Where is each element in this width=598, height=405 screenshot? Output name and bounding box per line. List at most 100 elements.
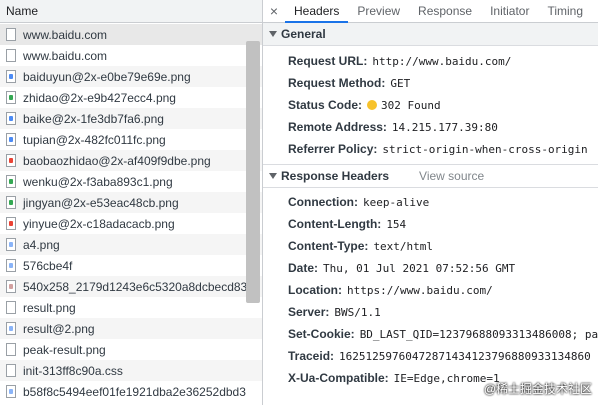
request-name: baobaozhidao@2x-af409f9dbe.png bbox=[23, 153, 211, 168]
headers-pane: × Headers Preview Response Initiator Tim… bbox=[263, 0, 598, 405]
request-list: www.baidu.com www.baidu.com baiduyun@2x-e0… bbox=[0, 24, 262, 405]
header-value: http://www.baidu.com/ bbox=[372, 54, 512, 68]
header-value: GET bbox=[390, 76, 411, 90]
image-icon bbox=[6, 196, 16, 209]
request-row[interactable]: result.png bbox=[0, 297, 262, 318]
document-icon bbox=[6, 343, 16, 356]
request-list-scrollbar[interactable] bbox=[246, 41, 260, 303]
header-row: Server: BWS/1.1 bbox=[263, 301, 598, 323]
header-value: strict-origin-when-cross-origin bbox=[382, 142, 588, 156]
request-name: wenku@2x-f3aba893c1.png bbox=[23, 174, 173, 189]
request-name: init-313ff8c90a.css bbox=[23, 363, 123, 378]
header-row: Remote Address: 14.215.177.39:80 bbox=[263, 116, 598, 138]
header-key: Content-Length: bbox=[288, 217, 382, 231]
request-name: result.png bbox=[23, 300, 76, 315]
image-icon bbox=[6, 112, 16, 125]
request-row[interactable]: 576cbe4f bbox=[0, 255, 262, 276]
header-value: 154 bbox=[386, 217, 407, 231]
header-key: Request URL: bbox=[288, 54, 368, 68]
request-row[interactable]: init-313ff8c90a.css bbox=[0, 360, 262, 381]
request-row[interactable]: baike@2x-1fe3db7fa6.png bbox=[0, 108, 262, 129]
request-row[interactable]: a4.png bbox=[0, 234, 262, 255]
response-headers-section-header[interactable]: Response Headers View source bbox=[263, 164, 598, 188]
close-icon[interactable]: × bbox=[263, 0, 285, 22]
tab-headers[interactable]: Headers bbox=[285, 0, 349, 23]
request-name: result@2.png bbox=[23, 321, 95, 336]
view-source-link[interactable]: View source bbox=[419, 169, 484, 183]
general-section: Request URL: http://www.baidu.com/Request… bbox=[263, 46, 598, 164]
request-name: tupian@2x-482fc011fc.png bbox=[23, 132, 166, 147]
header-value: 16251259760472871434123796880933134860 bbox=[339, 349, 591, 363]
image-icon bbox=[6, 217, 16, 230]
header-value: 302 Found bbox=[381, 98, 441, 112]
request-row[interactable]: peak-result.png bbox=[0, 339, 262, 360]
request-list-pane: Name www.baidu.com www.baidu.com baiduyun@… bbox=[0, 0, 263, 405]
header-key: X-Ua-Compatible: bbox=[288, 371, 389, 385]
triangle-down-icon bbox=[269, 173, 277, 179]
header-key: Location: bbox=[288, 283, 342, 297]
header-row: Request Method: GET bbox=[263, 72, 598, 94]
header-key: Traceid: bbox=[288, 349, 335, 363]
request-row[interactable]: baiduyun@2x-e0be79e69e.png bbox=[0, 66, 262, 87]
image-icon bbox=[6, 154, 16, 167]
image-icon bbox=[6, 133, 16, 146]
request-name: baike@2x-1fe3db7fa6.png bbox=[23, 111, 164, 126]
request-name: b58f8c5494eef01fe1921dba2e36252dbd3 bbox=[23, 384, 246, 399]
header-row: Set-Cookie: BD_LAST_QID=12379688093313486… bbox=[263, 323, 598, 345]
document-icon bbox=[6, 28, 16, 41]
request-name: jingyan@2x-e53eac48cb.png bbox=[23, 195, 179, 210]
request-row[interactable]: tupian@2x-482fc011fc.png bbox=[0, 129, 262, 150]
header-key: Connection: bbox=[288, 195, 358, 209]
header-value: Thu, 01 Jul 2021 07:52:56 GMT bbox=[323, 261, 516, 275]
header-key: Server: bbox=[288, 305, 330, 319]
header-key: Remote Address: bbox=[288, 120, 387, 134]
request-row[interactable]: b58f8c5494eef01fe1921dba2e36252dbd3 bbox=[0, 381, 262, 402]
tab-response[interactable]: Response bbox=[409, 0, 481, 22]
header-row: Request URL: http://www.baidu.com/ bbox=[263, 50, 598, 72]
request-row[interactable]: baobaozhidao@2x-af409f9dbe.png bbox=[0, 150, 262, 171]
watermark: @稀土掘金技术社区 bbox=[483, 382, 592, 396]
image-icon bbox=[6, 280, 16, 293]
header-row: Connection: keep-alive bbox=[263, 191, 598, 213]
header-key: Date: bbox=[288, 261, 319, 275]
document-icon bbox=[6, 301, 16, 314]
status-dot-icon bbox=[367, 100, 378, 110]
request-row[interactable]: yinyue@2x-c18adacacb.png bbox=[0, 213, 262, 234]
image-icon bbox=[6, 175, 16, 188]
header-row: Date: Thu, 01 Jul 2021 07:52:56 GMT bbox=[263, 257, 598, 279]
image-icon bbox=[6, 322, 16, 335]
request-name: www.baidu.com bbox=[23, 27, 108, 42]
tab-preview[interactable]: Preview bbox=[348, 0, 409, 22]
header-row: Status Code: 302 Found bbox=[263, 94, 598, 116]
header-key: Referrer Policy: bbox=[288, 142, 378, 156]
request-row[interactable]: www.baidu.com bbox=[0, 24, 262, 45]
header-row: Content-Length: 154 bbox=[263, 213, 598, 235]
header-value: keep-alive bbox=[363, 195, 430, 209]
request-name: zhidao@2x-e9b427ecc4.png bbox=[23, 90, 176, 105]
tab-timing[interactable]: Timing bbox=[538, 0, 592, 22]
request-row[interactable]: zhidao@2x-e9b427ecc4.png bbox=[0, 87, 262, 108]
general-section-header[interactable]: General bbox=[263, 23, 598, 46]
header-key: Status Code: bbox=[288, 98, 363, 112]
header-row: Traceid: 16251259760472871434123796880933… bbox=[263, 345, 598, 367]
request-row[interactable]: 540x258_2179d1243e6c5320a8dcbecd834 bbox=[0, 276, 262, 297]
header-row: Location: https://www.baidu.com/ bbox=[263, 279, 598, 301]
request-row[interactable]: result@2.png bbox=[0, 318, 262, 339]
image-icon bbox=[6, 259, 16, 272]
header-value: BD_LAST_QID=12379688093313486008; pat bbox=[359, 327, 598, 341]
image-icon bbox=[6, 91, 16, 104]
document-icon bbox=[6, 49, 16, 62]
tab-initiator[interactable]: Initiator bbox=[481, 0, 538, 22]
request-row[interactable]: wenku@2x-f3aba893c1.png bbox=[0, 171, 262, 192]
document-icon bbox=[6, 364, 16, 377]
name-column-header[interactable]: Name bbox=[0, 0, 262, 23]
triangle-down-icon bbox=[269, 31, 277, 37]
request-name: www.baidu.com bbox=[23, 48, 108, 63]
request-name: baiduyun@2x-e0be79e69e.png bbox=[23, 69, 191, 84]
request-row[interactable]: www.baidu.com bbox=[0, 45, 262, 66]
general-title: General bbox=[281, 27, 326, 41]
detail-tabs: × Headers Preview Response Initiator Tim… bbox=[263, 0, 598, 23]
request-row[interactable]: jingyan@2x-e53eac48cb.png bbox=[0, 192, 262, 213]
header-value: 14.215.177.39:80 bbox=[391, 120, 498, 134]
response-headers-section: Connection: keep-alive Content-Length: 154 C… bbox=[263, 188, 598, 389]
